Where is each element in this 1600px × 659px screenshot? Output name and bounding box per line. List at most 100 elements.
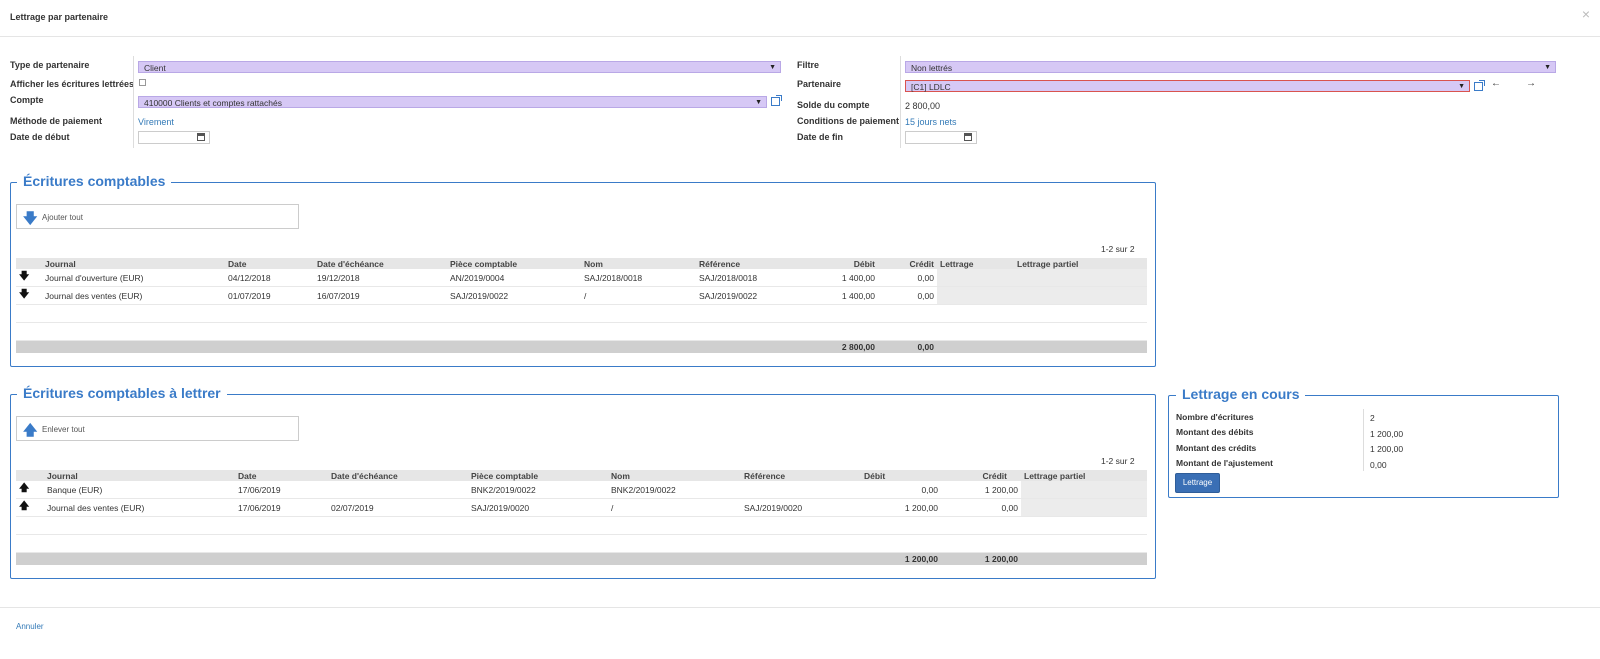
table-row[interactable]: 🡅 Journal des ventes (EUR) 17/06/2019 02…: [16, 498, 1147, 517]
total-credit: 1 200,00: [941, 552, 1021, 565]
in-progress-divider: [1363, 409, 1364, 471]
balance-label: Solde du compte: [797, 100, 870, 110]
arrow-up-icon: 🡅: [23, 422, 38, 438]
col-piece[interactable]: Pièce comptable: [447, 258, 581, 269]
external-link-icon[interactable]: [1474, 80, 1485, 91]
col-nom[interactable]: Nom: [581, 258, 696, 269]
cell-piece: SAJ/2019/0020: [468, 498, 608, 517]
next-partner-arrow-icon[interactable]: →: [1526, 78, 1536, 89]
total-credit: 0,00: [878, 340, 937, 353]
cell-journal: Banque (EUR): [44, 481, 235, 499]
col-credit[interactable]: Crédit: [878, 258, 937, 269]
cell-partial: [1014, 269, 1147, 287]
close-icon[interactable]: ×: [1582, 6, 1590, 22]
col-partial[interactable]: Lettrage partiel: [1021, 470, 1147, 481]
arrow-down-icon: 🡇: [23, 210, 38, 226]
arrow-down-icon[interactable]: 🡇: [16, 269, 42, 287]
cell-date: 01/07/2019: [225, 286, 314, 305]
col-lettrage[interactable]: Lettrage: [937, 258, 1014, 269]
entry-count-label: Nombre d'écritures: [1176, 412, 1254, 422]
payment-terms-label: Conditions de paiement: [797, 116, 900, 126]
entries-table: Journal Date Date d'échéance Pièce compt…: [16, 258, 1147, 353]
left-form-divider: [133, 56, 134, 148]
arrow-up-icon[interactable]: 🡅: [16, 498, 44, 517]
entries-pager: 1-2 sur 2: [1101, 244, 1135, 254]
cell-journal: Journal des ventes (EUR): [44, 498, 235, 517]
credit-amount-label: Montant des crédits: [1176, 443, 1257, 453]
table-row[interactable]: 🡇 Journal d'ouverture (EUR) 04/12/2018 1…: [16, 269, 1147, 287]
cell-lettrage: [937, 269, 1014, 287]
start-date-input[interactable]: [138, 131, 210, 144]
arrow-down-icon[interactable]: 🡇: [16, 286, 42, 305]
arrow-up-icon[interactable]: 🡅: [16, 481, 44, 499]
col-due-date[interactable]: Date d'échéance: [314, 258, 447, 269]
col-reference[interactable]: Référence: [696, 258, 808, 269]
payment-terms-link[interactable]: 15 jours nets: [905, 117, 957, 127]
col-debit[interactable]: Débit: [861, 470, 941, 481]
col-partial[interactable]: Lettrage partiel: [1014, 258, 1147, 269]
remove-all-button[interactable]: 🡅 Enlever tout: [16, 416, 299, 441]
filter-select[interactable]: Non lettrés ▼: [905, 61, 1556, 73]
totals-row: 1 200,00 1 200,00: [16, 552, 1147, 565]
cell-nom: BNK2/2019/0022: [608, 481, 741, 499]
chevron-down-icon: ▼: [1544, 64, 1551, 71]
entry-count-value: 2: [1370, 413, 1375, 423]
cell-partial: [1014, 286, 1147, 305]
account-select[interactable]: 410000 Clients et comptes rattachés ▼: [138, 96, 767, 108]
cell-due-date: [328, 481, 468, 499]
chevron-down-icon: ▼: [1458, 83, 1465, 90]
in-progress-title: Lettrage en cours: [1176, 386, 1306, 402]
add-all-button[interactable]: 🡇 Ajouter tout: [16, 204, 299, 229]
col-select: [16, 470, 44, 481]
add-all-label: Ajouter tout: [42, 213, 83, 222]
total-debit: 1 200,00: [861, 552, 941, 565]
col-debit[interactable]: Débit: [808, 258, 878, 269]
show-reconciled-label: Afficher les écritures lettrées: [10, 79, 135, 89]
empty-row: [16, 322, 1147, 341]
col-due-date[interactable]: Date d'échéance: [328, 470, 468, 481]
chevron-down-icon: ▼: [769, 64, 776, 71]
cell-date: 17/06/2019: [235, 498, 328, 517]
col-journal[interactable]: Journal: [44, 470, 235, 481]
cell-debit: 1 400,00: [808, 286, 878, 305]
partner-select[interactable]: [C1] LDLC ▼: [905, 80, 1470, 92]
external-link-icon[interactable]: [771, 95, 782, 106]
payment-method-label: Méthode de paiement: [10, 116, 103, 126]
previous-partner-arrow-icon[interactable]: ←: [1491, 78, 1501, 89]
reconcile-button[interactable]: Lettrage: [1175, 473, 1220, 493]
end-date-input[interactable]: [905, 131, 977, 144]
cell-due-date: 19/12/2018: [314, 269, 447, 287]
cell-nom: SAJ/2018/0018: [581, 269, 696, 287]
calendar-icon[interactable]: [964, 133, 972, 141]
cell-journal: Journal des ventes (EUR): [42, 286, 225, 305]
footer-divider: [0, 607, 1600, 608]
remove-all-label: Enlever tout: [42, 425, 85, 434]
cell-lettrage: [937, 286, 1014, 305]
col-journal[interactable]: Journal: [42, 258, 225, 269]
to-reconcile-table: Journal Date Date d'échéance Pièce compt…: [16, 470, 1147, 565]
partner-value: [C1] LDLC: [911, 82, 951, 92]
empty-row: [16, 534, 1147, 553]
payment-method-link[interactable]: Virement: [138, 117, 174, 127]
filter-label: Filtre: [797, 60, 820, 70]
debit-amount-value: 1 200,00: [1370, 429, 1404, 439]
partner-label: Partenaire: [797, 79, 842, 89]
col-nom[interactable]: Nom: [608, 470, 741, 481]
col-date[interactable]: Date: [225, 258, 314, 269]
to-reconcile-pager: 1-2 sur 2: [1101, 456, 1135, 466]
cell-nom: /: [581, 286, 696, 305]
show-reconciled-checkbox[interactable]: [139, 79, 146, 86]
cell-partial: [1021, 498, 1147, 517]
cancel-link[interactable]: Annuler: [16, 622, 44, 631]
table-row[interactable]: 🡅 Banque (EUR) 17/06/2019 BNK2/2019/0022…: [16, 481, 1147, 499]
col-select: [16, 258, 42, 269]
calendar-icon[interactable]: [197, 133, 205, 141]
table-row[interactable]: 🡇 Journal des ventes (EUR) 01/07/2019 16…: [16, 286, 1147, 305]
cell-debit: 1 200,00: [861, 498, 941, 517]
col-piece[interactable]: Pièce comptable: [468, 470, 608, 481]
col-date[interactable]: Date: [235, 470, 328, 481]
col-reference[interactable]: Référence: [741, 470, 861, 481]
partner-type-select[interactable]: Client ▼: [138, 61, 781, 73]
cell-due-date: 16/07/2019: [314, 286, 447, 305]
col-credit[interactable]: Crédit: [941, 470, 1021, 481]
